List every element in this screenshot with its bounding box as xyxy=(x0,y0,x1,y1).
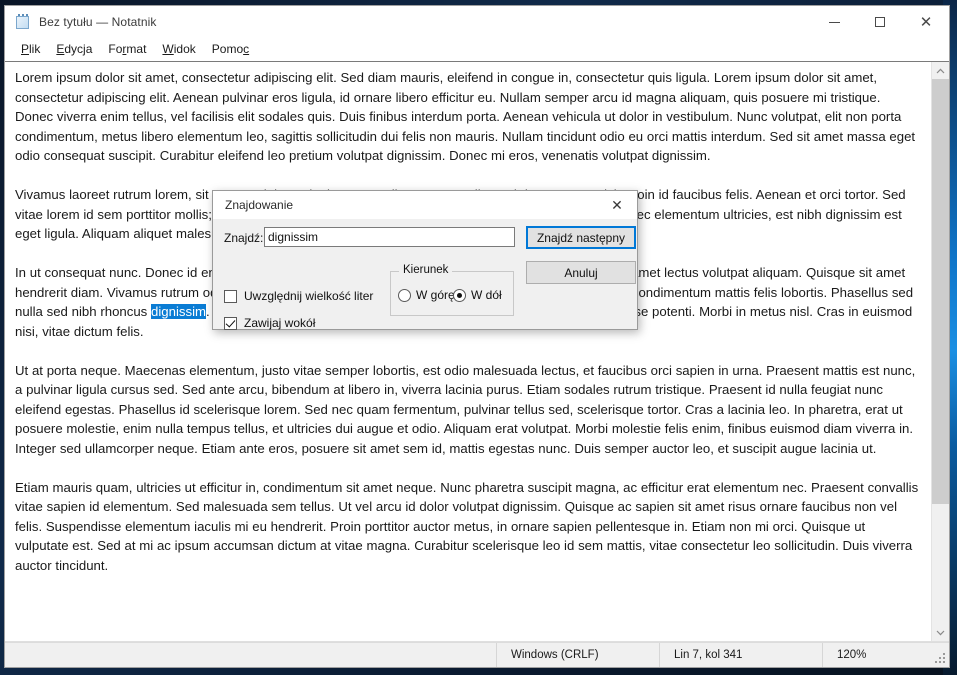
status-zoom-level: 120% xyxy=(822,643,949,667)
paragraph-text: Ut at porta neque. Maecenas elementum, j… xyxy=(15,362,916,456)
text-editor[interactable]: Lorem ipsum dolor sit amet, consectetur … xyxy=(5,62,931,641)
status-cursor-position: Lin 7, kol 341 xyxy=(659,643,822,667)
checkbox-icon xyxy=(224,289,237,303)
scroll-down-button[interactable] xyxy=(932,624,949,641)
menu-item-pomoc[interactable]: Pomoc xyxy=(204,40,257,58)
minimize-button[interactable] xyxy=(811,6,857,38)
paragraph: Lorem ipsum dolor sit amet, consectetur … xyxy=(15,68,921,166)
minimize-icon xyxy=(828,21,840,23)
maximize-button[interactable] xyxy=(857,6,903,38)
status-line-ending: Windows (CRLF) xyxy=(496,643,659,667)
find-dialog-title-bar[interactable]: Znajdowanie ✕ xyxy=(213,191,637,219)
find-dialog-body: Znajdź: Znajdź następny Anuluj Uwzględni… xyxy=(213,219,637,330)
wrap-around-label: Zawijaj wokół xyxy=(244,316,316,330)
cancel-button[interactable]: Anuluj xyxy=(526,261,636,284)
menu-item-widok[interactable]: Widok xyxy=(154,40,203,58)
status-bar: Windows (CRLF) Lin 7, kol 341 120% xyxy=(5,642,949,667)
paragraph-text: Lorem ipsum dolor sit amet, consectetur … xyxy=(15,70,916,163)
find-input[interactable] xyxy=(264,227,515,247)
window-title: Bez tytułu — Notatnik xyxy=(39,15,157,29)
direction-down-label: W dół xyxy=(471,288,502,302)
notepad-icon xyxy=(15,14,31,30)
chevron-down-icon xyxy=(936,630,945,635)
direction-group-legend: Kierunek xyxy=(399,264,453,276)
scrollbar-track[interactable] xyxy=(932,79,949,624)
vertical-scrollbar[interactable] xyxy=(931,62,949,641)
title-bar[interactable]: Bez tytułu — Notatnik ✕ xyxy=(5,6,949,38)
close-button[interactable]: ✕ xyxy=(903,6,949,38)
radio-selected-icon xyxy=(453,288,466,302)
menu-item-plik[interactable]: Plik xyxy=(13,40,48,58)
paragraph-text: Etiam mauris quam, ultricies ut efficitu… xyxy=(15,479,919,573)
direction-up-label: W górę xyxy=(416,288,455,302)
search-match-highlight: dignissim xyxy=(151,304,206,319)
status-spacer xyxy=(5,643,496,667)
maximize-icon xyxy=(875,17,885,27)
find-next-button[interactable]: Znajdź następny xyxy=(526,226,636,249)
paragraph: Etiam mauris quam, ultricies ut efficitu… xyxy=(15,478,921,576)
find-dialog-close-button[interactable]: ✕ xyxy=(597,191,637,219)
chevron-up-icon xyxy=(936,68,945,73)
paragraph: Ut at porta neque. Maecenas elementum, j… xyxy=(15,361,921,459)
notepad-window: Bez tytułu — Notatnik ✕ Plik Edycja Form… xyxy=(4,5,950,668)
match-case-checkbox[interactable]: Uwzględnij wielkość liter xyxy=(224,289,373,303)
wrap-around-checkbox[interactable]: Zawijaj wokół xyxy=(224,316,315,330)
find-dialog: Znajdowanie ✕ Znajdź: Znajdź następny An… xyxy=(212,190,638,330)
menu-item-edycja[interactable]: Edycja xyxy=(48,40,100,58)
direction-down-radio[interactable]: W dół xyxy=(453,288,502,302)
window-controls: ✕ xyxy=(811,6,949,38)
close-icon: ✕ xyxy=(919,13,933,31)
find-input-label: Znajdź: xyxy=(224,231,264,245)
menu-item-format[interactable]: Format xyxy=(100,40,154,58)
direction-up-radio[interactable]: W górę xyxy=(398,288,455,302)
checkbox-checked-icon xyxy=(224,316,237,330)
close-icon: ✕ xyxy=(611,196,623,213)
radio-icon xyxy=(398,288,411,302)
scroll-up-button[interactable] xyxy=(932,62,949,79)
find-dialog-title: Znajdowanie xyxy=(225,198,294,212)
match-case-label: Uwzględnij wielkość liter xyxy=(244,289,374,303)
scrollbar-thumb[interactable] xyxy=(932,79,949,505)
resize-grip[interactable] xyxy=(935,653,947,665)
menu-bar: Plik Edycja Format Widok Pomoc xyxy=(5,38,949,61)
editor-area: Lorem ipsum dolor sit amet, consectetur … xyxy=(5,61,949,642)
direction-group: Kierunek W górę W dół xyxy=(390,264,514,316)
